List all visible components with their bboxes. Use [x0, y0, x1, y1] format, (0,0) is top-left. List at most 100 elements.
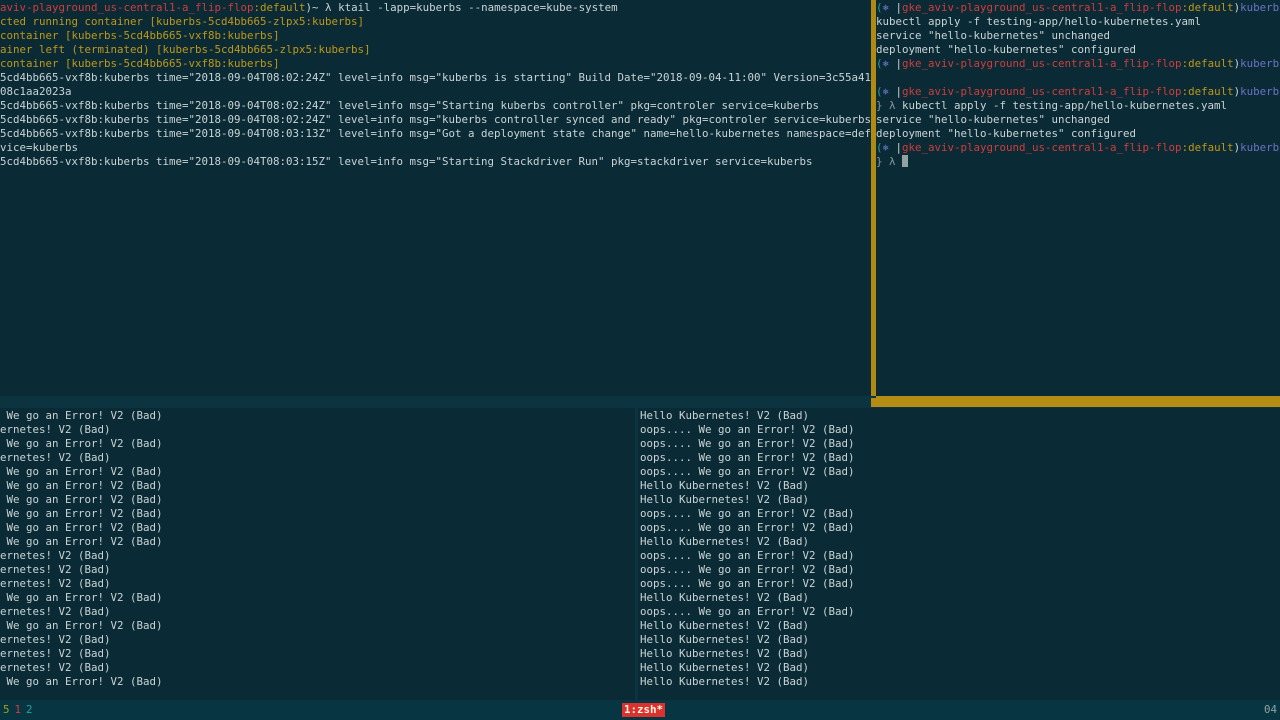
response-line: We go an Error! V2 (Bad)	[0, 619, 163, 632]
response-line: oops.... We go an Error! V2 (Bad)	[640, 465, 855, 478]
line-segment: service "hello-kubernetes" unchanged	[876, 29, 1111, 42]
line-segment: cted running container [kuberbs-5cd4bb66…	[0, 15, 365, 28]
line-segment: service "hello-kubernetes" unchanged	[876, 113, 1111, 126]
line-segment: kubectl apply -f testing-app/hello-kuber…	[876, 15, 1202, 28]
response-line: ernetes! V2 (Bad)	[0, 661, 111, 674]
session-indicators: 512	[3, 700, 38, 720]
terminal-line: } λ	[876, 155, 1280, 169]
line-segment: :default	[253, 1, 306, 14]
response-line: oops.... We go an Error! V2 (Bad)	[640, 437, 855, 450]
terminal-line: 5cd4bb665-vxf8b:kuberbs time="2018-09-04…	[0, 99, 871, 113]
text-cursor	[902, 155, 909, 167]
response-line: We go an Error! V2 (Bad)	[0, 465, 163, 478]
line-segment: }	[876, 99, 890, 112]
line-segment: kuberbs	[1240, 85, 1280, 98]
response-line: Hello Kubernetes! V2 (Bad)	[640, 479, 810, 492]
terminal-line: 5cd4bb665-vxf8b:kuberbs time="2018-09-04…	[0, 113, 871, 127]
terminal-line: service "hello-kubernetes" unchanged	[876, 113, 1280, 127]
line-segment: ⎈	[882, 85, 896, 98]
response-line: oops.... We go an Error! V2 (Bad)	[640, 451, 855, 464]
line-segment: ⎈	[882, 141, 896, 154]
line-segment: kuberbs	[1240, 141, 1280, 154]
line-segment: ainer left (terminated) [kuberbs-5cd4bb6…	[0, 43, 371, 56]
terminal-pane-ktail-logs[interactable]: aviv-playground_us-central1-a_flip-flop:…	[0, 0, 871, 396]
response-line: Hello Kubernetes! V2 (Bad)	[640, 619, 810, 632]
line-segment: container [kuberbs-5cd4bb665-vxf8b:kuber…	[0, 57, 280, 70]
response-line: oops.... We go an Error! V2 (Bad)	[640, 423, 855, 436]
line-segment: aviv-playground_us-central1-a_flip-flop	[0, 1, 254, 14]
terminal-line: 5cd4bb665-vxf8b:kuberbs time="2018-09-04…	[0, 127, 871, 141]
response-line: We go an Error! V2 (Bad)	[0, 409, 163, 422]
line-segment: gke_aviv-playground_us-central1-a_flip-f…	[902, 85, 1182, 98]
line-segment: 5cd4bb665-vxf8b:kuberbs time="2018-09-04…	[0, 127, 871, 140]
window-index[interactable]: 5	[3, 703, 10, 716]
terminal-line: (⎈ |gke_aviv-playground_us-central1-a_fl…	[876, 57, 1280, 71]
terminal-line: deployment "hello-kubernetes" configured	[876, 127, 1280, 141]
response-line: Hello Kubernetes! V2 (Bad)	[640, 535, 810, 548]
line-segment: :default	[1181, 57, 1234, 70]
tmux-status-bar: 512 1:zsh* 04	[0, 700, 1280, 720]
response-line: oops.... We go an Error! V2 (Bad)	[640, 507, 855, 520]
response-lines: Hello Kubernetes! V2 (Bad) oops.... We go…	[640, 409, 1280, 689]
line-segment: :default	[1181, 85, 1234, 98]
line-segment: deployment "hello-kubernetes" configured	[876, 43, 1137, 56]
terminal-line: service "hello-kubernetes" unchanged	[876, 29, 1280, 43]
terminal-line: ainer left (terminated) [kuberbs-5cd4bb6…	[0, 43, 871, 57]
window-index[interactable]: 1	[15, 703, 22, 716]
response-lines: We go an Error! V2 (Bad) ernetes! V2 (Bad…	[0, 409, 635, 689]
line-segment: gke_aviv-playground_us-central1-a_flip-f…	[902, 57, 1182, 70]
line-segment: ⎈	[882, 57, 896, 70]
line-segment: 5cd4bb665-vxf8b:kuberbs time="2018-09-04…	[0, 113, 871, 126]
line-segment: kuberbs	[1240, 1, 1280, 14]
line-segment: 08c1aa2023a	[0, 85, 72, 98]
response-line: oops.... We go an Error! V2 (Bad)	[640, 577, 855, 590]
line-segment: }	[876, 155, 890, 168]
response-line: Hello Kubernetes! V2 (Bad)	[640, 591, 810, 604]
line-segment: λ	[325, 1, 339, 14]
line-segment: :default	[1181, 1, 1234, 14]
response-line: We go an Error! V2 (Bad)	[0, 493, 163, 506]
terminal-line: aviv-playground_us-central1-a_flip-flop:…	[0, 1, 871, 15]
response-line: We go an Error! V2 (Bad)	[0, 437, 163, 450]
line-segment: 5cd4bb665-vxf8b:kuberbs time="2018-09-04…	[0, 155, 813, 168]
terminal-line: 08c1aa2023a	[0, 85, 871, 99]
line-segment: kuberbs	[1240, 57, 1280, 70]
line-segment: 5cd4bb665-vxf8b:kuberbs time="2018-09-04…	[0, 99, 820, 112]
response-line: Hello Kubernetes! V2 (Bad)	[640, 633, 810, 646]
line-segment: ktail -lapp=kuberbs --namespace=kube-sys…	[338, 1, 618, 14]
terminal-line: deployment "hello-kubernetes" configured	[876, 43, 1280, 57]
line-segment: kubectl apply -f testing-app/hello-kuber…	[902, 99, 1228, 112]
response-line: ernetes! V2 (Bad)	[0, 549, 111, 562]
terminal-pane-curl-left[interactable]: We go an Error! V2 (Bad) ernetes! V2 (Bad…	[0, 408, 635, 700]
window-index[interactable]: 2	[26, 703, 33, 716]
line-segment: gke_aviv-playground_us-central1-a_flip-f…	[902, 141, 1182, 154]
response-line: Hello Kubernetes! V2 (Bad)	[640, 409, 810, 422]
active-pane-border	[871, 398, 1280, 407]
terminal-pane-curl-right[interactable]: Hello Kubernetes! V2 (Bad) oops.... We go…	[638, 408, 1280, 700]
response-line: Hello Kubernetes! V2 (Bad)	[640, 647, 810, 660]
response-line: Hello Kubernetes! V2 (Bad)	[640, 661, 810, 674]
terminal-line: (⎈ |gke_aviv-playground_us-central1-a_fl…	[876, 1, 1280, 15]
response-line: ernetes! V2 (Bad)	[0, 423, 111, 436]
terminal-line: container [kuberbs-5cd4bb665-vxf8b:kuber…	[0, 57, 871, 71]
active-pane-border-inner	[876, 396, 1280, 398]
log-lines: aviv-playground_us-central1-a_flip-flop:…	[0, 1, 871, 169]
response-line: Hello Kubernetes! V2 (Bad)	[640, 675, 810, 688]
line-segment: deployment "hello-kubernetes" configured	[876, 127, 1137, 140]
line-segment: vice=kuberbs	[0, 141, 79, 154]
terminal-line: vice=kuberbs	[0, 141, 871, 155]
terminal-line: 5cd4bb665-vxf8b:kuberbs time="2018-09-04…	[0, 155, 871, 169]
window-tab-active[interactable]: 1:zsh*	[622, 703, 666, 717]
line-segment: λ	[889, 99, 903, 112]
line-segment: ⎈	[882, 1, 896, 14]
response-line: We go an Error! V2 (Bad)	[0, 535, 163, 548]
terminal-pane-kubectl[interactable]: (⎈ |gke_aviv-playground_us-central1-a_fl…	[876, 0, 1280, 396]
response-line: ernetes! V2 (Bad)	[0, 563, 111, 576]
terminal-line: (⎈ |gke_aviv-playground_us-central1-a_fl…	[876, 85, 1280, 99]
pane-divider-horizontal[interactable]	[0, 396, 871, 408]
response-line: ernetes! V2 (Bad)	[0, 647, 111, 660]
response-line: ernetes! V2 (Bad)	[0, 577, 111, 590]
line-segment: container [kuberbs-5cd4bb665-vxf8b:kuber…	[0, 29, 280, 42]
response-line: We go an Error! V2 (Bad)	[0, 521, 163, 534]
